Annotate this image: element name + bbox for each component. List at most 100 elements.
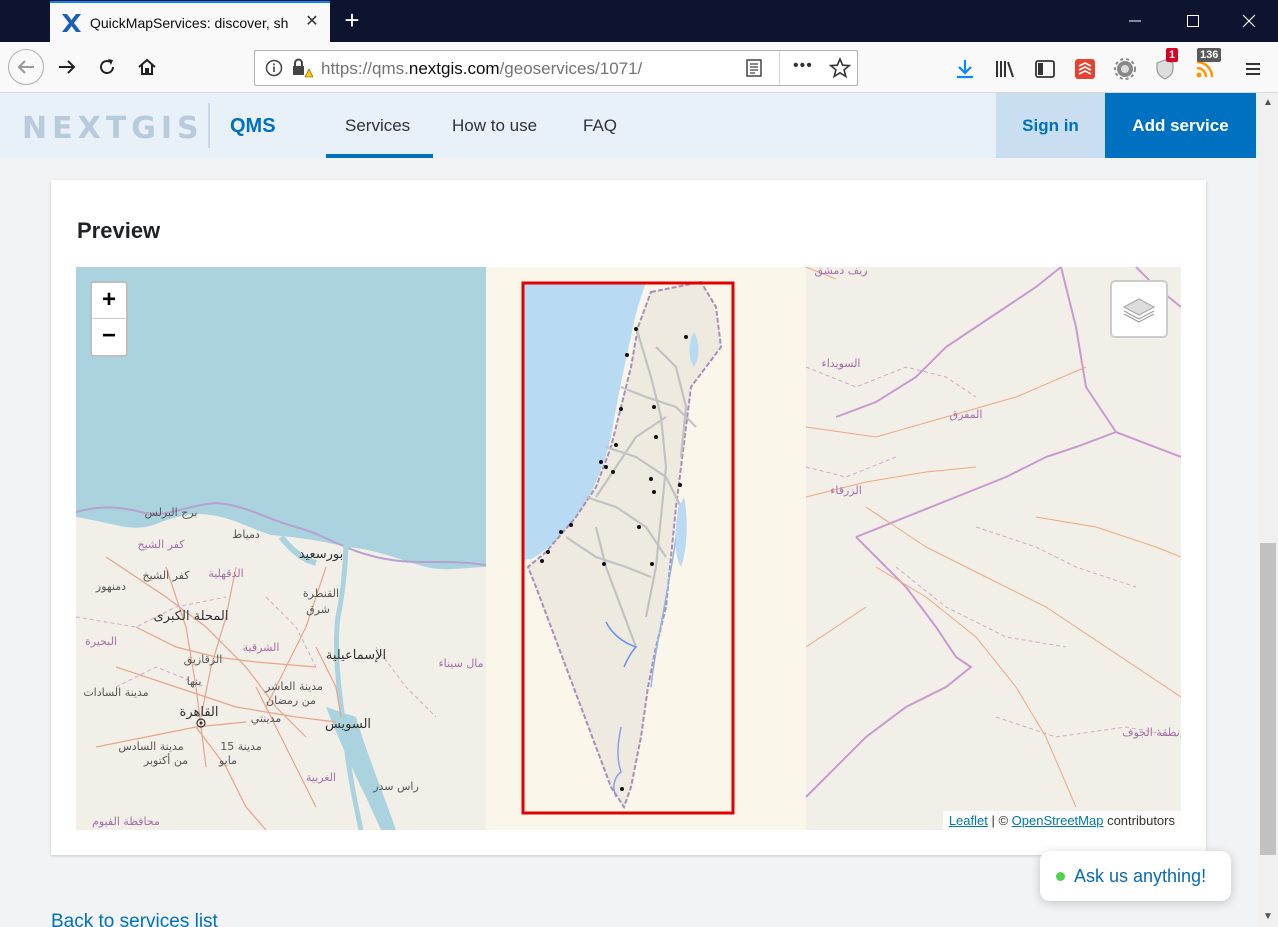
map-preview[interactable]: برج البرلس كفر الشيخ دمياط بورسعيد الدقه… [76, 267, 1181, 830]
scroll-up-arrow-icon[interactable]: ▲ [1258, 93, 1278, 113]
nextgis-logo[interactable]: NEXTGIS [22, 111, 204, 146]
label-north-sinai: مال سيناء [438, 657, 483, 670]
window-close-button[interactable] [1220, 0, 1278, 42]
sidebar-icon[interactable] [1034, 58, 1056, 80]
label-min-october: من أكتوبر [143, 753, 188, 767]
chat-widget-label: Ask us anything! [1074, 865, 1207, 886]
download-arrow-icon [957, 60, 973, 79]
label-fifteen-may: مدينة 15 [220, 740, 262, 753]
browser-titlebar: QuickMapServices: discover, sh ✕ + [0, 0, 1278, 42]
label-ras-sudr: راس سدر [372, 780, 419, 793]
todoist-icon [1075, 59, 1095, 79]
download-icon[interactable] [954, 58, 976, 80]
layers-control-button[interactable] [1110, 280, 1168, 338]
close-icon [1242, 14, 1256, 28]
cairo-capital-dot [199, 721, 203, 725]
map-tiles[interactable]: برج البرلس كفر الشيخ دمياط بورسعيد الدقه… [76, 267, 1181, 830]
window-minimize-button[interactable] [1106, 0, 1164, 42]
preview-card: Preview برج البرلس كفر الشيخ دمياط بورسع… [51, 180, 1206, 855]
nav-how-to-use[interactable]: How to use [452, 116, 537, 136]
address-bar[interactable]: https://qms.nextgis.com/geoservices/1071… [254, 50, 858, 86]
label-sixth-october: مدينة السادس [118, 740, 183, 753]
todoist-extension-icon[interactable] [1074, 58, 1096, 80]
label-damietta: دمياط [232, 528, 260, 541]
insecure-lock-icon[interactable] [291, 57, 313, 79]
page-scrollbar[interactable]: ▲ ▼ [1258, 93, 1278, 927]
label-kafr-sheikh: كفر الشيخ [142, 569, 190, 582]
scroll-thumb[interactable] [1260, 543, 1276, 855]
info-icon[interactable] [265, 59, 283, 77]
back-to-services-link[interactable]: Back to services list [51, 911, 218, 927]
map-attribution: Leaflet | © OpenStreetMap contributors [942, 811, 1181, 830]
menu-lines-icon [1246, 63, 1260, 75]
openstreetmap-link[interactable]: OpenStreetMap [1012, 813, 1104, 828]
urlbar-divider [779, 51, 780, 85]
rss-extension-icon[interactable]: 136 [1194, 48, 1222, 80]
label-mayo: مايو [218, 754, 237, 767]
home-button[interactable] [130, 50, 164, 84]
attribution-separator: | © [987, 813, 1012, 828]
url-text[interactable]: https://qms.nextgis.com/geoservices/1071… [321, 59, 642, 79]
scroll-down-arrow-icon[interactable]: ▼ [1258, 907, 1278, 927]
url-domain: nextgis.com [408, 59, 500, 78]
label-cairo: القاهرة [180, 705, 219, 720]
arrow-right-icon [59, 60, 76, 74]
logo-divider [208, 103, 210, 148]
home-icon [138, 58, 156, 75]
label-mahalla: المحلة الكبرى [154, 609, 229, 624]
nav-faq[interactable]: FAQ [583, 116, 617, 136]
url-prefix: https://qms. [321, 59, 409, 78]
label-gharbia: الغربية [306, 771, 336, 784]
tab-title: QuickMapServices: discover, sh [90, 14, 289, 31]
label-port-said: بورسعيد [299, 547, 344, 562]
nextgis-favicon-icon [62, 13, 81, 32]
extension-badge: 136 [1197, 48, 1222, 62]
sign-in-button[interactable]: Sign in [996, 93, 1105, 158]
attribution-suffix: contributors [1103, 813, 1175, 828]
window-maximize-button[interactable] [1164, 0, 1222, 42]
online-status-dot [1056, 871, 1065, 881]
shield-extension-icon[interactable]: 1 [1154, 48, 1179, 80]
site-header: NEXTGIS QMS Services How to use FAQ Sign… [0, 93, 1258, 158]
bookmark-star-icon[interactable] [829, 57, 851, 79]
tab-close-icon[interactable]: ✕ [304, 14, 320, 30]
sidebar-toggle-icon [1035, 60, 1055, 78]
label-badr: مدينتي [251, 712, 282, 725]
preview-title: Preview [77, 218, 161, 243]
leaflet-link[interactable]: Leaflet [949, 813, 988, 828]
qms-link[interactable]: QMS [230, 115, 276, 138]
reload-button[interactable] [90, 50, 124, 84]
forward-button[interactable] [50, 50, 84, 84]
reader-view-icon[interactable] [745, 59, 763, 77]
label-jawf: نطقة الجوف [1122, 726, 1180, 739]
add-service-button[interactable]: Add service [1105, 93, 1256, 158]
library-icon[interactable] [994, 58, 1016, 80]
sea-area [76, 267, 486, 570]
settings-extension-icon[interactable] [1114, 58, 1136, 80]
label-mafraq: المفرق [950, 408, 983, 421]
minimize-icon [1129, 20, 1141, 22]
zoom-in-button[interactable]: + [92, 283, 126, 319]
url-path: /geoservices/1071/ [499, 59, 643, 78]
label-zagazig: الزقازيق [184, 653, 223, 667]
zoom-out-button[interactable]: − [92, 319, 126, 355]
label-min-ramadan: من رمضان [266, 694, 316, 707]
page-actions-menu-icon[interactable]: ••• [793, 57, 813, 75]
nav-active-indicator [326, 154, 433, 158]
arrow-left-icon [17, 60, 34, 74]
label-burg-burullus: برج البرلس [145, 506, 198, 519]
hamburger-menu-icon[interactable] [1242, 58, 1264, 80]
shield-badge: 1 [1166, 48, 1179, 62]
nav-services[interactable]: Services [345, 116, 410, 136]
library-books-icon [996, 61, 1014, 78]
label-zarqa: الزرقاء [830, 484, 862, 497]
chat-widget-button[interactable]: Ask us anything! [1040, 851, 1231, 901]
maximize-icon [1187, 15, 1199, 27]
back-button[interactable] [8, 49, 44, 85]
new-tab-button[interactable]: + [336, 6, 368, 36]
label-sharqia: الشرقية [243, 641, 280, 654]
browser-tab[interactable]: QuickMapServices: discover, sh ✕ [50, 1, 330, 42]
label-ismailia: الإسماعيلية [326, 648, 386, 663]
east-panel [806, 267, 1181, 830]
label-damanhur: دمنهور [95, 580, 126, 593]
